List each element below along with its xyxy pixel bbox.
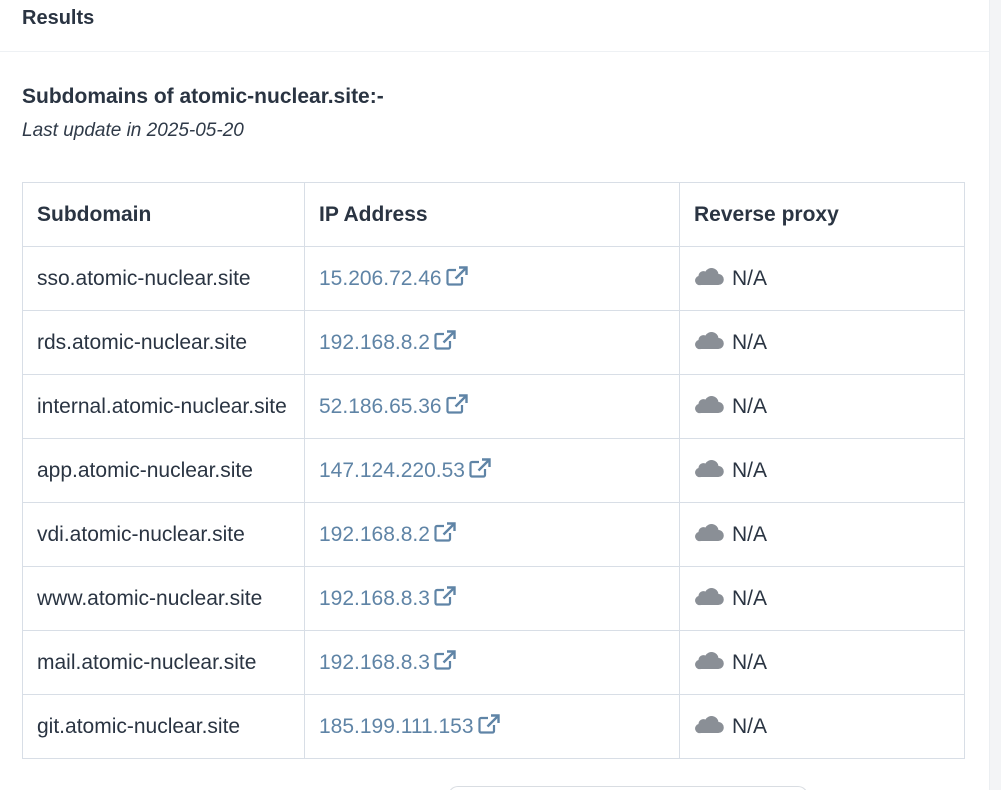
ip-address-link[interactable]: 192.168.8.3 [319, 586, 456, 610]
ip-address-text: 52.186.65.36 [319, 395, 442, 418]
results-header: Results [0, 0, 990, 52]
reverse-proxy-text: N/A [732, 267, 768, 290]
table-row: git.atomic-nuclear.site 185.199.111.153 N/… [22, 694, 965, 759]
ip-address-link[interactable]: 192.168.8.2 [319, 522, 456, 546]
ip-address-cell: 192.168.8.3 [304, 630, 680, 695]
column-header-ip-address: IP Address [304, 182, 680, 247]
reverse-proxy-text: N/A [732, 715, 768, 738]
ip-address-cell: 192.168.8.3 [304, 566, 680, 631]
table-row: www.atomic-nuclear.site 192.168.8.3 N/A [22, 566, 965, 631]
ip-address-link[interactable]: 52.186.65.36 [319, 394, 468, 418]
reverse-proxy-cell: N/A [679, 630, 965, 695]
external-link-icon[interactable] [446, 262, 468, 286]
ip-address-cell: 147.124.220.53 [304, 438, 680, 503]
table-row: mail.atomic-nuclear.site 192.168.8.3 N/A [22, 630, 965, 695]
table-row: internal.atomic-nuclear.site 52.186.65.36… [22, 374, 965, 439]
ip-address-cell: 15.206.72.46 [304, 246, 680, 311]
subdomain-cell: app.atomic-nuclear.site [22, 438, 305, 503]
reverse-proxy-cell: N/A [679, 502, 965, 567]
reverse-proxy-text: N/A [732, 395, 768, 418]
bottom-popup-edge [448, 786, 808, 790]
subdomains-table: Subdomain IP Address Reverse proxy sso.a… [22, 182, 965, 759]
subdomain-cell: sso.atomic-nuclear.site [22, 246, 305, 311]
subdomain-cell: internal.atomic-nuclear.site [22, 374, 305, 439]
external-link-icon[interactable] [434, 518, 456, 542]
column-header-subdomain: Subdomain [22, 182, 305, 247]
reverse-proxy-cell: N/A [679, 310, 965, 375]
table-body: sso.atomic-nuclear.site 15.206.72.46 N/A rd… [22, 246, 965, 759]
reverse-proxy-cell: N/A [679, 694, 965, 759]
ip-address-cell: 52.186.65.36 [304, 374, 680, 439]
table-row: app.atomic-nuclear.site 147.124.220.53 N/A [22, 438, 965, 503]
table-row: sso.atomic-nuclear.site 15.206.72.46 N/A [22, 246, 965, 311]
ip-address-cell: 192.168.8.2 [304, 502, 680, 567]
subdomain-cell: vdi.atomic-nuclear.site [22, 502, 305, 567]
cloud-icon [694, 582, 724, 606]
ip-address-text: 192.168.8.3 [319, 587, 430, 610]
external-link-icon[interactable] [434, 646, 456, 670]
scrollbar[interactable] [989, 0, 1001, 790]
reverse-proxy-text: N/A [732, 587, 768, 610]
reverse-proxy-cell: N/A [679, 566, 965, 631]
cloud-icon [694, 646, 724, 670]
ip-address-link[interactable]: 185.199.111.153 [319, 714, 500, 738]
reverse-proxy-cell: N/A [679, 374, 965, 439]
subdomains-title: Subdomains of atomic-nuclear.site:- [22, 85, 384, 108]
subdomain-cell: mail.atomic-nuclear.site [22, 630, 305, 695]
cloud-icon [694, 710, 724, 734]
subdomain-cell: rds.atomic-nuclear.site [22, 310, 305, 375]
ip-address-link[interactable]: 192.168.8.2 [319, 330, 456, 354]
ip-address-link[interactable]: 147.124.220.53 [319, 458, 491, 482]
subdomain-cell: git.atomic-nuclear.site [22, 694, 305, 759]
external-link-icon[interactable] [469, 454, 491, 478]
page-title: Results [22, 7, 95, 29]
table-row: rds.atomic-nuclear.site 192.168.8.2 N/A [22, 310, 965, 375]
ip-address-text: 15.206.72.46 [319, 267, 442, 290]
column-header-reverse-proxy: Reverse proxy [679, 182, 965, 247]
table-header-row: Subdomain IP Address Reverse proxy [22, 182, 965, 247]
ip-address-text: 147.124.220.53 [319, 459, 465, 482]
last-update-text: Last update in 2025-05-20 [22, 120, 244, 141]
ip-address-cell: 192.168.8.2 [304, 310, 680, 375]
reverse-proxy-text: N/A [732, 459, 768, 482]
external-link-icon[interactable] [434, 326, 456, 350]
ip-address-text: 192.168.8.3 [319, 651, 430, 674]
reverse-proxy-text: N/A [732, 523, 768, 546]
reverse-proxy-text: N/A [732, 651, 768, 674]
ip-address-link[interactable]: 15.206.72.46 [319, 266, 468, 290]
subdomain-cell: www.atomic-nuclear.site [22, 566, 305, 631]
ip-address-text: 192.168.8.2 [319, 523, 430, 546]
ip-address-cell: 185.199.111.153 [304, 694, 680, 759]
results-content: Subdomains of atomic-nuclear.site:- Last… [0, 52, 990, 759]
cloud-icon [694, 390, 724, 414]
external-link-icon[interactable] [477, 710, 500, 734]
reverse-proxy-text: N/A [732, 331, 768, 354]
ip-address-text: 192.168.8.2 [319, 331, 430, 354]
external-link-icon[interactable] [446, 390, 468, 414]
reverse-proxy-cell: N/A [679, 438, 965, 503]
cloud-icon [694, 262, 724, 286]
external-link-icon[interactable] [434, 582, 456, 606]
table-row: vdi.atomic-nuclear.site 192.168.8.2 N/A [22, 502, 965, 567]
ip-address-text: 185.199.111.153 [319, 715, 474, 738]
reverse-proxy-cell: N/A [679, 246, 965, 311]
cloud-icon [694, 454, 724, 478]
cloud-icon [694, 326, 724, 350]
results-page: Results Subdomains of atomic-nuclear.sit… [0, 0, 990, 790]
ip-address-link[interactable]: 192.168.8.3 [319, 650, 456, 674]
cloud-icon [694, 518, 724, 542]
